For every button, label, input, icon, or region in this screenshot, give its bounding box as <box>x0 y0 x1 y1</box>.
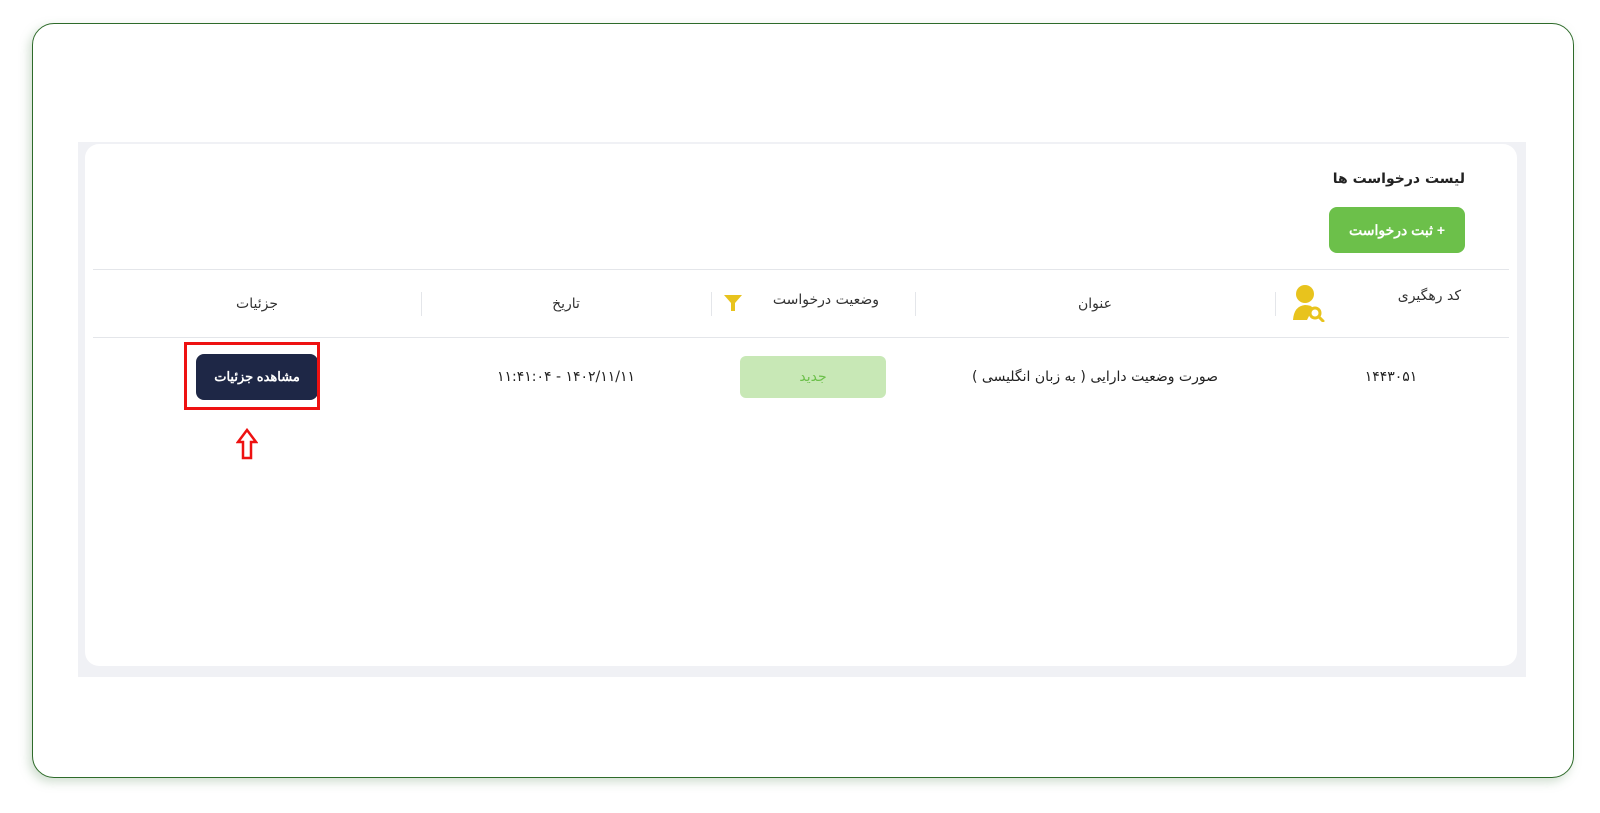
add-request-button[interactable]: + ثبت درخواست <box>1329 207 1465 253</box>
header-details-label: جزئیات <box>236 296 278 312</box>
header-title: عنوان <box>917 270 1273 338</box>
header-date-label: تاریخ <box>552 296 580 312</box>
column-divider <box>421 292 422 316</box>
highlight-annotation <box>184 342 320 410</box>
header-tracking-code-label: کد رهگیری <box>1397 288 1461 304</box>
status-badge: جدید <box>740 356 886 398</box>
up-arrow-icon <box>235 427 259 464</box>
table-header: کد رهگیری عنوان وضعیت درخواست تاریخ جزئی… <box>93 269 1509 338</box>
column-divider <box>1275 292 1276 316</box>
header-status-label: وضعیت درخواست <box>772 292 879 308</box>
header-date: تاریخ <box>421 270 711 338</box>
header-status: وضعیت درخواست <box>711 270 915 338</box>
cell-title: صورت وضعیت دارایی ( به زبان انگلیسی ) <box>972 369 1218 385</box>
filter-icon[interactable] <box>723 294 743 316</box>
page-title: لیست درخواست ها <box>1332 171 1465 187</box>
column-divider <box>915 292 916 316</box>
user-search-icon[interactable] <box>1291 284 1325 326</box>
cell-status: جدید <box>711 338 915 416</box>
header-title-label: عنوان <box>1078 296 1112 312</box>
header-details: جزئیات <box>93 270 421 338</box>
header-tracking-code: کد رهگیری <box>1273 270 1509 338</box>
cell-date: ۱۴۰۲/۱۱/۱۱ - ۱۱:۴۱:۰۴ <box>496 369 636 385</box>
cell-tracking-code: ۱۴۴۳۰۵۱ <box>1364 369 1418 385</box>
column-divider <box>711 292 712 316</box>
